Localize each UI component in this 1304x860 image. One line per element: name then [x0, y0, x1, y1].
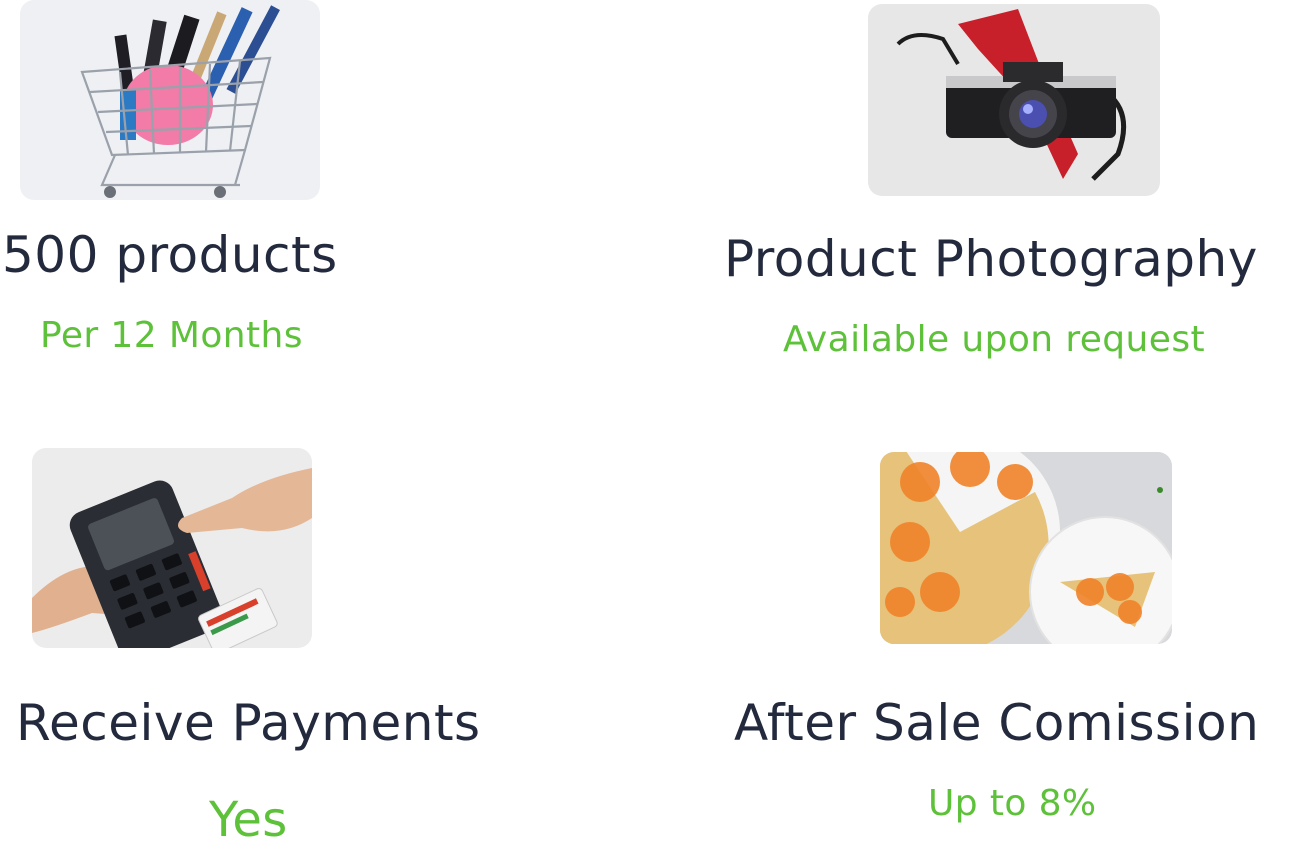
camera-icon [868, 4, 1160, 196]
feature-subtitle: Up to 8% [928, 783, 1097, 824]
camera-image [868, 4, 1160, 196]
feature-title: Receive Payments [16, 694, 481, 752]
shopping-cart-image [20, 0, 320, 200]
shopping-cart-icon [20, 0, 320, 200]
card-terminal-icon [32, 448, 312, 648]
feature-title: After Sale Comission [734, 694, 1260, 752]
feature-title: Product Photography [724, 230, 1258, 288]
orange-tart-image [880, 452, 1172, 644]
feature-subtitle: Yes [209, 792, 288, 848]
payment-terminal-image [32, 448, 312, 648]
feature-subtitle: Per 12 Months [40, 315, 303, 356]
feature-grid: 500 products Per 12 Months Product Photo… [0, 0, 1304, 860]
feature-subtitle: Available upon request [783, 319, 1205, 360]
tart-icon [880, 452, 1172, 644]
feature-title: 500 products [2, 226, 338, 284]
